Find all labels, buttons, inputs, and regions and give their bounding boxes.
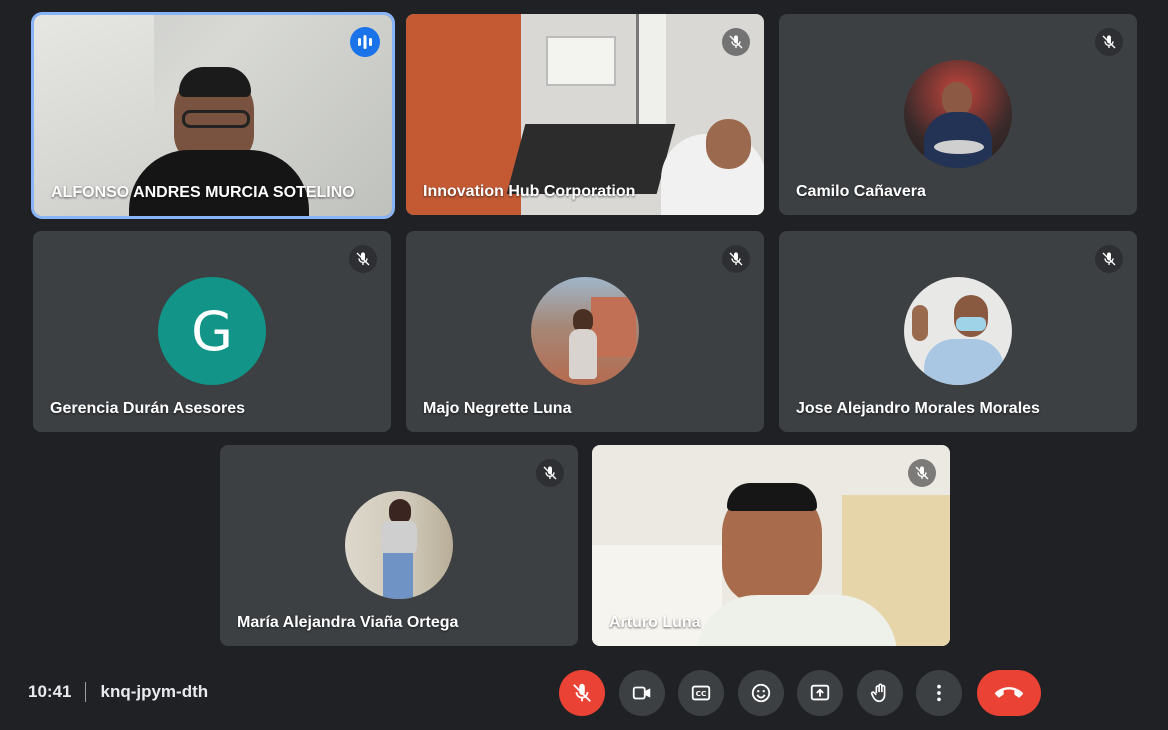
avatar (531, 277, 639, 385)
mic-off-icon (722, 28, 750, 56)
emoji-icon (751, 683, 771, 703)
participant-name: María Alejandra Viaña Ortega (237, 614, 459, 631)
participant-tile-alfonso[interactable]: ALFONSO ANDRES MURCIA SOTELINO (34, 15, 392, 216)
participant-name: Camilo Cañavera (796, 183, 926, 200)
captions-button[interactable]: CC (678, 670, 724, 716)
participant-name: Arturo Luna (609, 614, 701, 631)
avatar (904, 60, 1012, 168)
letter-avatar: G (158, 277, 266, 385)
meeting-code: knq-jpym-dth (100, 682, 209, 701)
mic-off-icon (1095, 245, 1123, 273)
mic-off-icon (1095, 28, 1123, 56)
end-call-button[interactable] (977, 670, 1041, 716)
participant-tile-majo[interactable]: Majo Negrette Luna (406, 231, 764, 432)
divider (85, 682, 87, 702)
camera-icon (632, 686, 651, 700)
more-options-icon (937, 684, 941, 702)
avatar (345, 491, 453, 599)
svg-text:CC: CC (696, 689, 707, 698)
participant-name: Innovation Hub Corporation (423, 183, 636, 200)
speaking-indicator-icon (350, 27, 380, 57)
present-button[interactable] (797, 670, 843, 716)
present-icon (810, 684, 830, 701)
raise-hand-icon (870, 683, 886, 703)
mic-off-icon (536, 459, 564, 487)
participant-tile-maria[interactable]: María Alejandra Viaña Ortega (220, 445, 578, 646)
bottom-control-bar: 10:41 knq-jpym-dth CC (0, 660, 1168, 730)
avatar (904, 277, 1012, 385)
more-options-button[interactable] (916, 670, 962, 716)
reactions-button[interactable] (738, 670, 784, 716)
mic-toggle-button[interactable] (559, 670, 605, 716)
mic-off-icon (908, 459, 936, 487)
participant-name: Gerencia Durán Asesores (50, 400, 246, 417)
mic-off-icon (349, 245, 377, 273)
camera-toggle-button[interactable] (619, 670, 665, 716)
participant-tile-arturo[interactable]: Arturo Luna (592, 445, 950, 646)
participant-tile-gerencia[interactable]: G Gerencia Durán Asesores (33, 231, 391, 432)
mic-off-icon (573, 683, 591, 702)
captions-icon: CC (691, 685, 711, 701)
participant-name: Jose Alejandro Morales Morales (796, 400, 1040, 417)
mic-off-icon (722, 245, 750, 273)
end-call-icon (995, 687, 1023, 698)
participant-name: Majo Negrette Luna (423, 400, 572, 417)
raise-hand-button[interactable] (857, 670, 903, 716)
participant-tile-camilo[interactable]: Camilo Cañavera (779, 14, 1137, 215)
participant-tile-innovation-hub[interactable]: Innovation Hub Corporation (406, 14, 764, 215)
participant-name: ALFONSO ANDRES MURCIA SOTELINO (51, 184, 355, 201)
meeting-info: 10:41 knq-jpym-dth (28, 682, 208, 702)
meeting-time: 10:41 (28, 682, 72, 701)
participant-tile-jose[interactable]: Jose Alejandro Morales Morales (779, 231, 1137, 432)
